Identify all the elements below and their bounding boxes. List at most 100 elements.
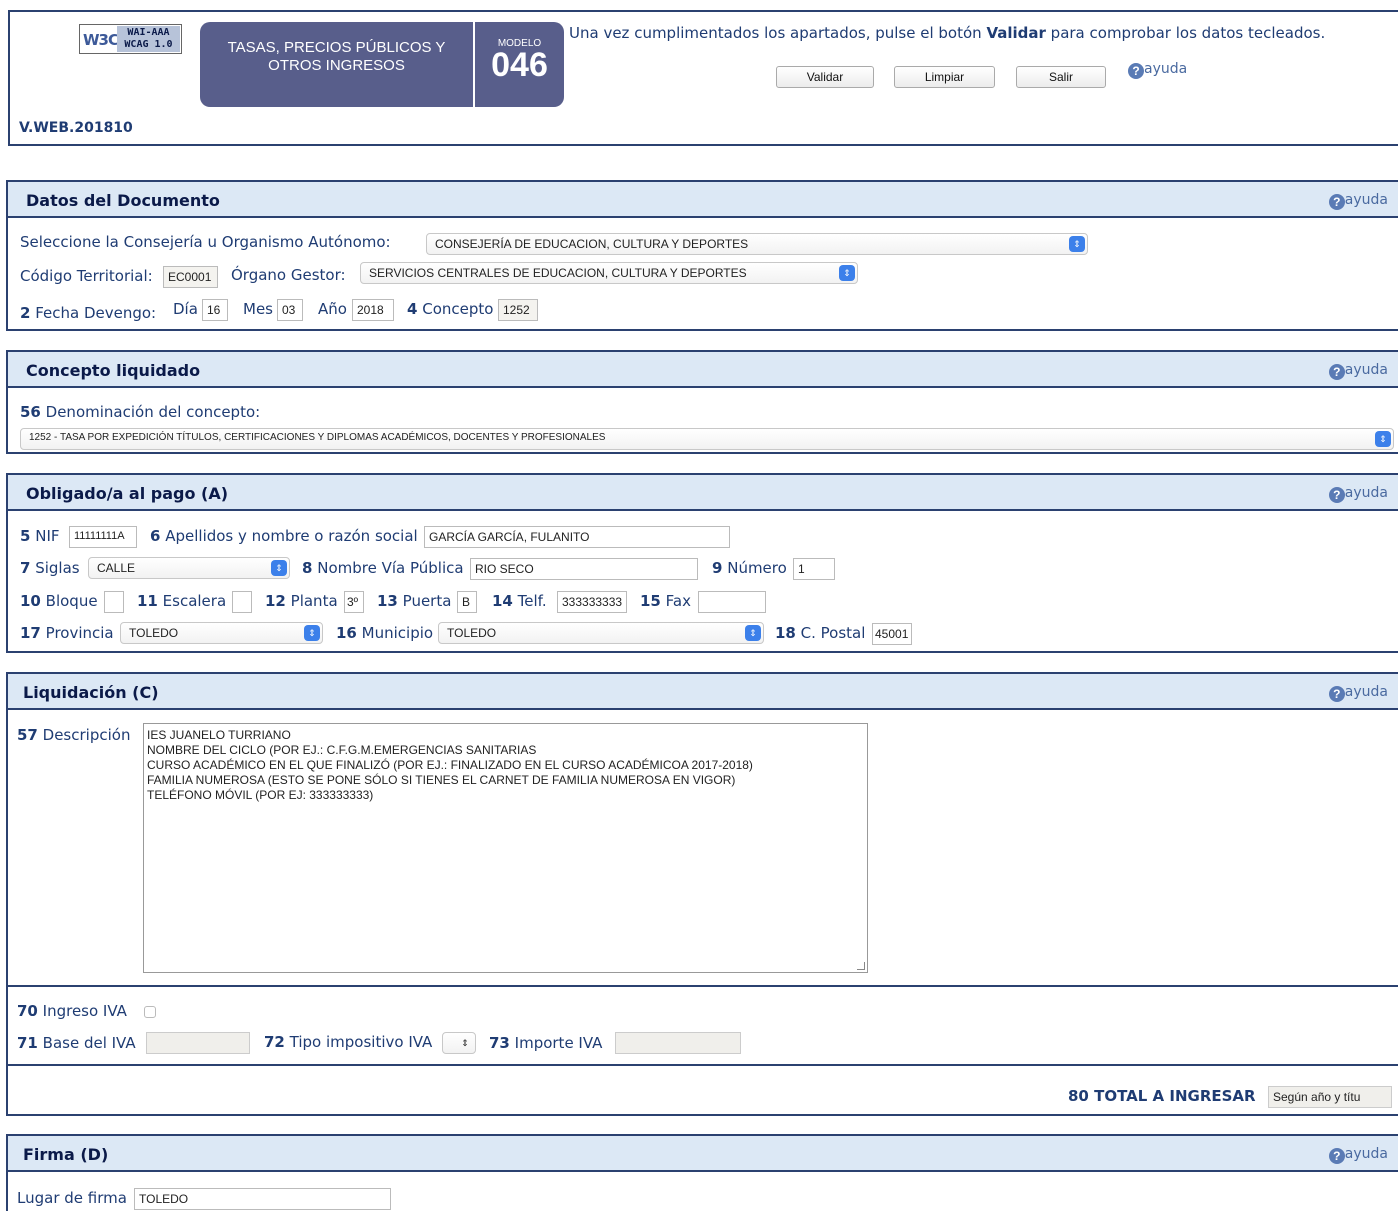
section-title: Obligado/a al pago (A) — [26, 484, 229, 503]
wcag-badge: WAI-AAA WCAG 1.0 — [117, 26, 180, 52]
municipio-label: 16 Municipio — [336, 624, 434, 642]
anio-field[interactable]: 2018 — [352, 299, 394, 321]
question-circle-icon: ? — [1328, 194, 1345, 210]
bloque-label: 10 Bloque — [20, 592, 98, 610]
denominacion-label: 56 Denominación del concepto: — [20, 403, 261, 421]
siglas-select[interactable]: CALLE ⇕ — [88, 557, 290, 579]
select-arrows-icon: ⇕ — [271, 560, 287, 576]
section-help-link[interactable]: ? ayuda — [1328, 485, 1388, 503]
dia-label: Día — [173, 300, 198, 318]
apellidos-field[interactable]: GARCÍA GARCÍA, FULANITO — [424, 526, 730, 548]
version-label: V.WEB.201810 — [19, 120, 133, 136]
ingreso-iva-checkbox[interactable] — [144, 1006, 156, 1018]
provincia-select[interactable]: TOLEDO ⇕ — [120, 622, 323, 644]
modelo-box: MODELO 046 — [475, 22, 564, 107]
via-publica-field[interactable]: RIO SECO — [470, 558, 698, 580]
descripcion-textarea[interactable]: IES JUANELO TURRIANO NOMBRE DEL CICLO (P… — [143, 723, 868, 973]
concepto-field[interactable]: 1252 — [498, 299, 538, 321]
organo-gestor-label: Órgano Gestor: — [231, 266, 346, 284]
importe-iva-field[interactable] — [615, 1032, 741, 1054]
provincia-label: 17 Provincia — [20, 624, 114, 642]
puerta-label: 13 Puerta — [377, 592, 452, 610]
form-title-line2: OTROS INGRESOS — [268, 57, 405, 74]
dia-field[interactable]: 16 — [202, 299, 228, 321]
ingreso-iva-label: 70 Ingreso IVA — [17, 1002, 127, 1020]
fax-label: 15 Fax — [640, 592, 691, 610]
select-arrows-icon: ⇕ — [304, 625, 320, 641]
nif-label: 5 NIF — [20, 527, 60, 545]
select-arrows-icon: ⇕ — [1375, 431, 1391, 447]
escalera-label: 11 Escalera — [137, 592, 227, 610]
select-arrows-icon: ⇕ — [839, 265, 855, 281]
mes-field[interactable]: 03 — [277, 299, 303, 321]
apellidos-label: 6 Apellidos y nombre o razón social — [150, 527, 418, 545]
codigo-territorial-field[interactable]: EC0001 — [163, 266, 218, 288]
numero-label: 9 Número — [712, 559, 787, 577]
lugar-firma-field[interactable]: TOLEDO — [134, 1188, 391, 1210]
form-title-line1: TASAS, PRECIOS PÚBLICOS Y — [227, 39, 446, 56]
section-help-link[interactable]: ? ayuda — [1328, 684, 1388, 702]
anio-label: Año — [318, 300, 347, 318]
instruction-text: Una vez cumplimentados los apartados, pu… — [569, 24, 1326, 42]
nif-field[interactable]: 11111111A — [69, 526, 137, 548]
lugar-firma-label: Lugar de firma — [17, 1189, 127, 1207]
firma-section: Firma (D) ? ayuda Lugar de firma TOLEDO — [6, 1134, 1398, 1211]
consejeria-select[interactable]: CONSEJERÍA DE EDUCACION, CULTURA Y DEPOR… — [426, 233, 1088, 255]
telefono-field[interactable]: 333333333 — [557, 591, 627, 613]
planta-label: 12 Planta — [265, 592, 338, 610]
section-header: Concepto liquidado ? ayuda — [8, 352, 1398, 388]
modelo-number: 046 — [491, 46, 548, 84]
planta-field[interactable]: 3º — [344, 591, 364, 613]
validar-button[interactable]: Validar — [776, 66, 874, 88]
total-field[interactable]: Según año y títu — [1268, 1086, 1392, 1108]
importe-iva-label: 73 Importe IVA — [489, 1034, 603, 1052]
header-help-link[interactable]: ? ayuda — [1128, 61, 1187, 79]
telefono-label: 14 Telf. — [492, 592, 547, 610]
section-title: Concepto liquidado — [26, 361, 201, 380]
via-publica-label: 8 Nombre Vía Pública — [302, 559, 464, 577]
limpiar-button[interactable]: Limpiar — [894, 66, 995, 88]
puerta-field[interactable]: B — [457, 591, 477, 613]
section-header: Datos del Documento ? ayuda — [8, 182, 1398, 218]
base-iva-field[interactable] — [146, 1032, 250, 1054]
obligado-section: Obligado/a al pago (A) ? ayuda 5 NIF 1111… — [6, 473, 1398, 653]
select-arrows-icon: ⇕ — [461, 1038, 469, 1048]
section-help-link[interactable]: ? ayuda — [1328, 362, 1388, 380]
section-header: Liquidación (C) ? ayuda — [8, 674, 1398, 710]
bloque-field[interactable] — [104, 591, 124, 613]
salir-button[interactable]: Salir — [1016, 66, 1106, 88]
section-header: Firma (D) ? ayuda — [8, 1136, 1398, 1172]
denominacion-select[interactable]: 1252 - TASA POR EXPEDICIÓN TÍTULOS, CERT… — [20, 428, 1394, 450]
base-iva-label: 71 Base del IVA — [17, 1034, 136, 1052]
w3c-wai-badge[interactable]: W3C WAI-AAA WCAG 1.0 — [79, 24, 182, 54]
question-circle-icon: ? — [1328, 686, 1345, 702]
total-label: 80 TOTAL A INGRESAR — [1068, 1087, 1256, 1105]
descripcion-label: 57 Descripción — [17, 726, 131, 744]
datos-documento-section: Datos del Documento ? ayuda Seleccione la… — [6, 180, 1398, 331]
codigo-postal-field[interactable]: 45001 — [872, 623, 912, 645]
tipo-iva-label: 72 Tipo impositivo IVA — [264, 1033, 433, 1051]
tipo-iva-select[interactable]: ⇕ — [442, 1032, 476, 1054]
wcag-version-text: WCAG 1.0 — [124, 39, 173, 50]
organo-gestor-select[interactable]: SERVICIOS CENTRALES DE EDUCACION, CULTUR… — [360, 262, 858, 284]
mes-label: Mes — [243, 300, 273, 318]
municipio-select[interactable]: TOLEDO ⇕ — [438, 622, 764, 644]
numero-field[interactable]: 1 — [793, 558, 835, 580]
fecha-devengo-label: 2 Fecha Devengo: — [20, 304, 157, 322]
concepto-label: 4 Concepto — [407, 300, 494, 318]
section-help-link[interactable]: ? ayuda — [1328, 1146, 1388, 1164]
liquidacion-section: Liquidación (C) ? ayuda 57 Descripción IE… — [6, 672, 1398, 1116]
escalera-field[interactable] — [232, 591, 252, 613]
fax-field[interactable] — [698, 591, 766, 613]
select-arrows-icon: ⇕ — [745, 625, 761, 641]
resize-grip-icon[interactable] — [857, 962, 865, 970]
section-help-link[interactable]: ? ayuda — [1328, 192, 1388, 210]
instruction-validar: Validar — [986, 24, 1046, 42]
codigo-postal-label: 18 C. Postal — [775, 624, 866, 642]
question-circle-icon: ? — [1128, 63, 1144, 79]
consejeria-label: Seleccione la Consejería u Organismo Aut… — [20, 233, 391, 251]
select-arrows-icon: ⇕ — [1069, 236, 1085, 252]
divider — [8, 1064, 1398, 1066]
form-title-box: TASAS, PRECIOS PÚBLICOS Y OTROS INGRESOS — [200, 22, 473, 107]
section-title: Firma (D) — [23, 1145, 109, 1164]
